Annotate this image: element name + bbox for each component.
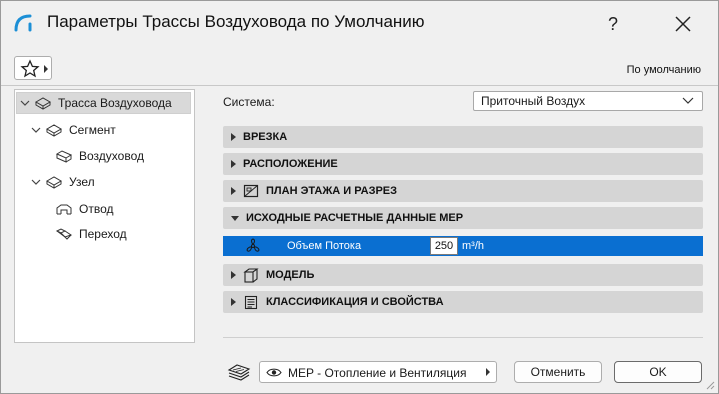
tree-item-elbow[interactable]: Отвод (55, 198, 113, 220)
app-logo-icon (14, 14, 32, 32)
favorites-menu-arrow-icon (44, 65, 48, 73)
section-label: ВРЕЗКА (243, 131, 288, 143)
section-label: МОДЕЛЬ (266, 269, 315, 281)
eye-icon (266, 368, 282, 377)
classification-icon (244, 295, 258, 309)
tree-item-label: Отвод (79, 202, 114, 216)
transition-icon (55, 228, 73, 240)
expand-arrow-icon (231, 160, 236, 168)
close-icon[interactable] (669, 10, 697, 38)
star-icon (20, 59, 40, 78)
layers-icon (227, 364, 251, 381)
section-mep-calc-data[interactable]: ИСХОДНЫЕ РАСЧЕТНЫЕ ДАННЫЕ MEP (223, 207, 703, 229)
flow-volume-input[interactable]: 250 (430, 237, 458, 255)
fan-icon (246, 238, 260, 252)
duct-route-icon (34, 97, 52, 110)
section-classification[interactable]: КЛАССИФИКАЦИЯ И СВОЙСТВА (223, 291, 703, 313)
help-button[interactable]: ? (599, 10, 627, 38)
chevron-down-icon[interactable] (31, 125, 41, 135)
window-title: Параметры Трассы Воздуховода по Умолчани… (47, 12, 425, 31)
section-label: ПЛАН ЭТАЖА И РАЗРЕЗ (266, 185, 398, 197)
tree-item-label: Воздуховод (79, 149, 144, 163)
collapse-arrow-icon (231, 215, 239, 221)
cancel-button[interactable]: Отменить (514, 361, 602, 383)
tree-item-segment[interactable]: Сегмент (31, 119, 116, 141)
tree-item-label: Переход (79, 227, 127, 241)
layer-select[interactable]: MEP - Отопление и Вентиляция (259, 361, 497, 383)
tree-item-duct[interactable]: Воздуховод (55, 145, 144, 167)
section-floor-plan[interactable]: ПЛАН ЭТАЖА И РАЗРЕЗ (223, 180, 703, 202)
tree-item-duct-route[interactable]: Трасса Воздуховода (16, 92, 191, 114)
segment-icon (45, 124, 63, 137)
divider (1, 85, 718, 86)
tree-item-transition[interactable]: Переход (55, 223, 127, 245)
favorites-button[interactable] (14, 56, 52, 80)
chevron-down-icon (682, 97, 694, 104)
settings-tree: Трасса Воздуховода Сегмент Воздуховод Уз… (14, 89, 195, 343)
system-value: Приточный Воздух (481, 94, 586, 108)
tree-item-label: Трасса Воздуховода (58, 96, 172, 110)
section-label: РАСПОЛОЖЕНИЕ (243, 158, 338, 170)
chevron-down-icon[interactable] (31, 177, 41, 187)
dialog-window: Параметры Трассы Воздуховода по Умолчани… (0, 0, 719, 394)
expand-arrow-icon (231, 133, 236, 141)
chevron-down-icon[interactable] (20, 98, 30, 108)
system-select[interactable]: Приточный Воздух (473, 91, 703, 111)
param-name: Объем Потока (287, 240, 362, 252)
expand-arrow-icon (231, 187, 236, 195)
node-icon (45, 176, 63, 189)
ok-button[interactable]: OK (614, 361, 702, 383)
layer-menu-arrow-icon (486, 368, 490, 376)
section-placement[interactable]: РАСПОЛОЖЕНИЕ (223, 153, 703, 175)
elbow-icon (56, 204, 72, 215)
default-label: По умолчанию (626, 64, 701, 76)
expand-arrow-icon (231, 271, 236, 279)
duct-icon (55, 150, 73, 163)
section-tap[interactable]: ВРЕЗКА (223, 126, 703, 148)
layer-value: MEP - Отопление и Вентиляция (288, 366, 467, 380)
expand-arrow-icon (231, 298, 236, 306)
section-label: ИСХОДНЫЕ РАСЧЕТНЫЕ ДАННЫЕ MEP (246, 212, 464, 224)
footer-divider (223, 337, 703, 338)
tree-item-node[interactable]: Узел (31, 171, 95, 193)
section-model[interactable]: МОДЕЛЬ (223, 264, 703, 286)
tree-item-label: Узел (69, 175, 95, 189)
param-unit: m³/h (462, 240, 484, 252)
tree-item-label: Сегмент (69, 123, 116, 137)
section-label: КЛАССИФИКАЦИЯ И СВОЙСТВА (266, 296, 444, 308)
title-bar: Параметры Трассы Воздуховода по Умолчани… (1, 1, 718, 45)
system-label: Система: (223, 95, 275, 109)
model-icon (243, 267, 259, 283)
param-row-flow-volume[interactable]: Объем Потока 250 m³/h (223, 236, 703, 256)
floor-plan-icon (243, 184, 259, 198)
resize-grip-icon[interactable] (705, 380, 715, 390)
